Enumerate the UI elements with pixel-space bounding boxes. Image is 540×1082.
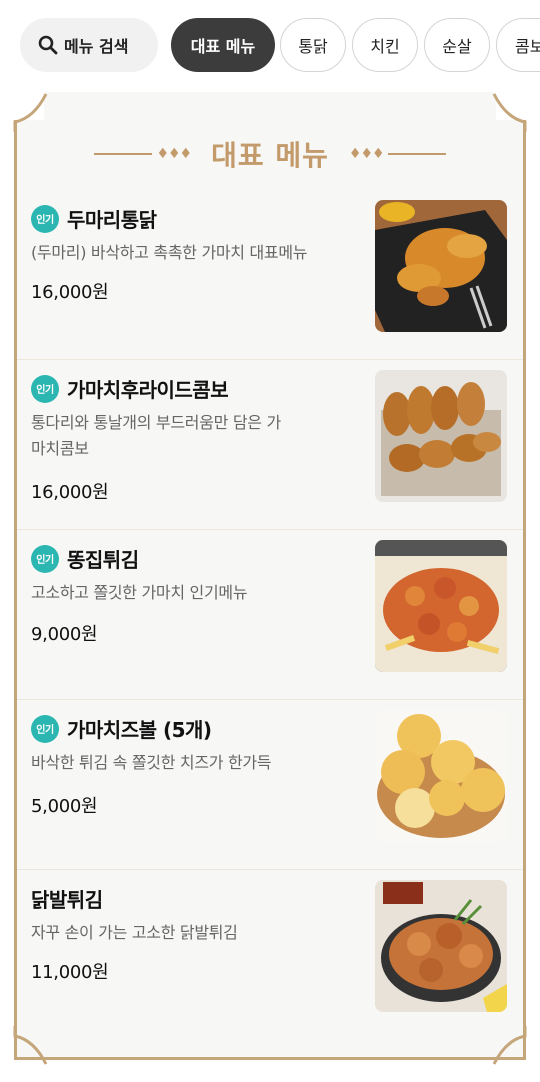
menu-item-name: 가마치후라이드콤보 (67, 378, 229, 402)
cheese-ball-photo (375, 710, 507, 842)
chip-chicken[interactable]: 치킨 (352, 18, 418, 72)
frame-corner-ornament (492, 93, 527, 132)
title-ornament-right: ♦♦♦ (345, 146, 446, 162)
menu-board-top (44, 92, 496, 124)
chicken-feet-photo (375, 880, 507, 1012)
popular-badge: 인기 (31, 204, 59, 233)
frame-corner-ornament (13, 93, 48, 132)
menu-board: ♦♦♦ 대표 메뉴 ♦♦♦ 인기 두마리통닭 (두마리) 바삭하고 촉촉한 가마… (10, 92, 530, 1065)
menu-item-price: 11,000원 (31, 962, 109, 983)
search-icon (38, 35, 58, 55)
popular-badge: 인기 (31, 374, 59, 403)
menu-item-description: 고소하고 쫄깃한 가마치 인기메뉴 (31, 583, 248, 602)
menu-list: 인기 두마리통닭 (두마리) 바삭하고 촉촉한 가마치 대표메뉴 16,000원 (17, 190, 523, 1040)
chip-boneless[interactable]: 순살 (424, 18, 490, 72)
menu-search-button[interactable]: 메뉴 검색 (20, 18, 158, 72)
section-title: 대표 메뉴 (211, 139, 329, 172)
popular-badge: 인기 (31, 544, 59, 573)
roast-chicken-photo (375, 200, 507, 332)
menu-item[interactable]: 닭발튀김 자꾸 손이 가는 고소한 닭발튀김 11,000원 (17, 870, 523, 1040)
gizzard-photo (375, 540, 507, 672)
menu-item-name: 닭발튀김 (31, 888, 103, 912)
menu-item-description: 자꾸 손이 가는 고소한 닭발튀김 (31, 923, 238, 942)
title-ornament-left: ♦♦♦ (94, 146, 195, 162)
popular-badge: 인기 (31, 714, 59, 743)
menu-item[interactable]: 인기 두마리통닭 (두마리) 바삭하고 촉촉한 가마치 대표메뉴 16,000원 (17, 190, 523, 360)
menu-item-price: 16,000원 (31, 282, 109, 303)
menu-item-description: 통다리와 통날개의 부드러움만 담은 가마치콤보 (31, 413, 281, 458)
chip-signature-menu[interactable]: 대표 메뉴 (171, 18, 275, 72)
menu-item[interactable]: 인기 가마치후라이드콤보 통다리와 통날개의 부드러움만 담은 가마치콤보 16… (17, 360, 523, 530)
chip-combo[interactable]: 콤보 (496, 18, 540, 72)
menu-item[interactable]: 인기 가마치즈볼 (5개) 바삭한 튀김 속 쫄깃한 치즈가 한가득 5,000… (17, 700, 523, 870)
section-header: ♦♦♦ 대표 메뉴 ♦♦♦ (10, 134, 530, 174)
menu-item-price: 5,000원 (31, 796, 98, 817)
menu-item-price: 16,000원 (31, 482, 109, 503)
menu-item-name: 가마치즈볼 (5개) (67, 718, 212, 742)
menu-item[interactable]: 인기 똥집튀김 고소하고 쫄깃한 가마치 인기메뉴 9,000원 (17, 530, 523, 700)
menu-search-label: 메뉴 검색 (64, 37, 129, 56)
chip-whole-chicken[interactable]: 통닭 (280, 18, 346, 72)
category-chip-bar: 메뉴 검색 대표 메뉴 통닭 치킨 순살 콤보 (20, 18, 540, 72)
menu-item-name: 두마리통닭 (67, 208, 157, 232)
menu-item-description: 바삭한 튀김 속 쫄깃한 치즈가 한가득 (31, 753, 272, 772)
menu-item-price: 9,000원 (31, 624, 98, 645)
menu-item-description: (두마리) 바삭하고 촉촉한 가마치 대표메뉴 (31, 243, 308, 262)
menu-item-name: 똥집튀김 (67, 548, 139, 572)
fried-combo-photo (375, 370, 507, 502)
